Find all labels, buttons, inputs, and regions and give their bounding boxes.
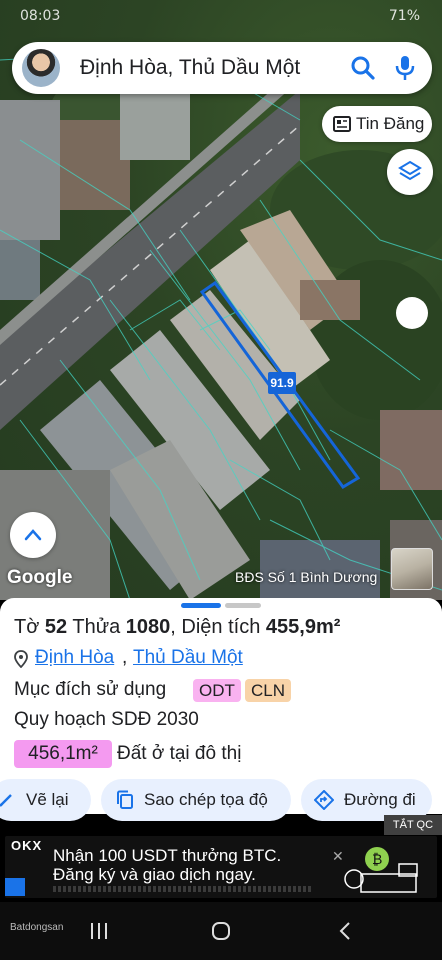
redraw-label: Vẽ lại <box>26 790 69 809</box>
zoning-area-chip: 456,1m² <box>14 740 112 768</box>
agent-photo[interactable] <box>391 548 433 590</box>
ad-fine-print <box>53 886 313 892</box>
ward-link[interactable]: Định Hòa <box>35 647 114 669</box>
sheet-handle-secondary[interactable] <box>225 603 261 608</box>
microphone-icon[interactable] <box>395 54 415 82</box>
redraw-button[interactable]: Vẽ lại <box>0 779 91 821</box>
zoning-description: Đất ở tại đô thị <box>117 743 242 764</box>
recent-apps-icon[interactable] <box>90 922 108 940</box>
batdongsan-watermark: Batdongsan <box>10 922 64 933</box>
ad-brand-logo: OKX <box>11 838 43 853</box>
location-pin-icon <box>14 650 28 668</box>
bitcoin-illustration-icon: ₿ <box>344 847 418 893</box>
avatar[interactable] <box>22 49 60 87</box>
ad-banner[interactable]: OKX Nhận 100 USDT thưởng BTC. Đăng ký và… <box>5 836 437 898</box>
status-bar: 08:03 71% <box>0 6 442 26</box>
svg-text:₿: ₿ <box>372 852 382 868</box>
copy-coordinates-button[interactable]: Sao chép tọa độ <box>101 779 291 821</box>
chevron-up-icon <box>24 529 42 541</box>
close-ad-button[interactable]: TẮT QC <box>384 815 442 835</box>
land-use-tag-odt: ODT <box>193 679 241 702</box>
listings-label: Tin Đăng <box>356 114 425 133</box>
battery-level: 71% <box>388 8 420 24</box>
assistive-touch-button[interactable] <box>396 297 428 329</box>
area-prefix: , Diện tích <box>170 616 261 638</box>
ad-choices-icon[interactable] <box>5 878 25 896</box>
land-use-label: Mục đích sử dụng <box>14 679 167 700</box>
google-logo: Google <box>7 567 73 588</box>
copy-icon <box>117 790 133 809</box>
newspaper-icon <box>333 116 351 132</box>
sheet-handle[interactable] <box>181 603 221 608</box>
parcel-info-sheet[interactable]: Tờ 52 Thửa 1080, Diện tích 455,9m² Định … <box>0 598 442 821</box>
android-nav-bar: Batdongsan <box>0 902 442 960</box>
home-icon[interactable] <box>211 921 231 941</box>
land-use-tag-cln: CLN <box>245 679 292 702</box>
search-bar[interactable]: Định Hòa, Thủ Dầu Một <box>12 42 432 94</box>
directions-label: Đường đi <box>344 790 416 809</box>
back-icon[interactable] <box>338 922 352 940</box>
location-separator: , <box>122 647 128 668</box>
copy-coordinates-label: Sao chép tọa độ <box>144 790 268 809</box>
zoning-plan-label: Quy hoạch SDĐ 2030 <box>14 709 199 730</box>
sheet-prefix: Tờ <box>14 616 40 638</box>
search-input[interactable]: Định Hòa, Thủ Dầu Một <box>80 56 300 80</box>
parcel-prefix: Thửa <box>72 616 121 638</box>
agent-name: BĐS Số 1 Bình Dương <box>235 569 378 585</box>
edge-length-label: 91.9 <box>268 372 296 394</box>
search-icon[interactable] <box>350 55 376 81</box>
layers-icon <box>398 160 422 181</box>
ad-headline: Nhận 100 USDT thưởng BTC. <box>53 846 282 865</box>
sheet-number: 52 <box>44 616 68 638</box>
parcel-area: 455,9m² <box>265 616 341 638</box>
layers-button[interactable] <box>387 149 433 195</box>
listings-button[interactable]: Tin Đăng <box>322 106 432 142</box>
status-time: 08:03 <box>20 8 61 24</box>
expand-button[interactable] <box>10 512 56 558</box>
city-link[interactable]: Thủ Dầu Một <box>133 647 243 669</box>
satellite-map[interactable]: 08:03 71% Định Hòa, Thủ Dầu Một Tin Đăng <box>0 0 442 600</box>
directions-icon <box>314 790 334 810</box>
parcel-number: 1080 <box>125 616 171 638</box>
pencil-icon <box>0 794 12 807</box>
parcel-title: Tờ 52 Thửa 1080, Diện tích 455,9m² <box>14 616 340 639</box>
ad-subheadline: Đăng ký và giao dịch ngay. <box>53 865 256 884</box>
